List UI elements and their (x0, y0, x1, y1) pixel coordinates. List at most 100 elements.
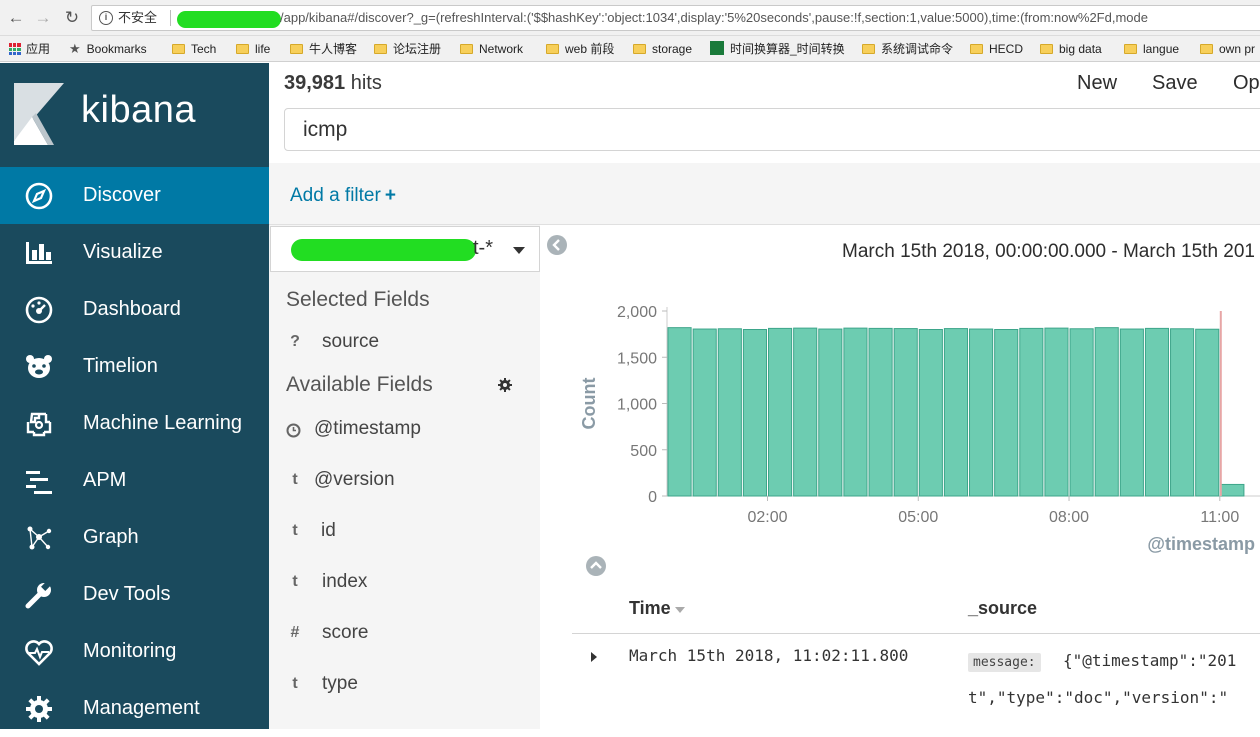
histogram-bar (918, 329, 943, 497)
index-pattern-suffix: t-* (473, 237, 493, 259)
wrench-icon (25, 581, 51, 609)
histogram-bar (868, 327, 893, 497)
bar-chart-icon (26, 242, 52, 264)
nav-dev-tools[interactable]: Dev Tools (0, 566, 269, 623)
bookmark-storage[interactable]: storage (633, 41, 692, 57)
bookmark-blog[interactable]: 牛人博客 (290, 41, 357, 57)
bookmark-apps[interactable]: 应用 (9, 41, 50, 57)
histogram-bar (793, 327, 818, 497)
nav-apm[interactable]: APM (0, 452, 269, 509)
security-label: 不安全 (118, 10, 158, 25)
bookmark-tech[interactable]: Tech (172, 41, 216, 57)
bookmark-bookmarks[interactable]: ★ Bookmarks (69, 41, 147, 57)
nav-label: Dashboard (83, 298, 181, 320)
histogram-bar (1044, 327, 1069, 497)
field-item-score[interactable]: # score (269, 620, 540, 650)
address-bar[interactable]: i 不安全 /app/kibana#/discover?_g=(refreshI… (91, 5, 1260, 31)
field-name: id (321, 520, 336, 541)
compass-icon (25, 182, 53, 210)
hits-count: 39,981 hits (284, 72, 382, 94)
time-range-label: March 15th 2018, 00:00:00.000 - March 15… (842, 241, 1255, 262)
bookmarks-bar: 应用 ★ Bookmarks Tech life 牛人博客 论坛注册 Networ… (0, 36, 1260, 62)
source-field-value: {"@timestamp":"201 (1063, 651, 1237, 670)
field-item-index[interactable]: t index (269, 569, 540, 599)
field-name: index (322, 571, 368, 592)
nav-management[interactable]: Management (0, 680, 269, 737)
dashboard-icon (25, 296, 53, 324)
field-item-timestamp[interactable]: @timestamp (269, 416, 540, 446)
field-item-type[interactable]: t type (269, 671, 540, 701)
x-tick-label: 08:00 (1049, 509, 1089, 526)
bookmark-network[interactable]: Network (460, 41, 523, 57)
y-tick-label: 1,500 (617, 350, 657, 367)
histogram-bar (1069, 328, 1094, 497)
nav-machine-learning[interactable]: Machine Learning (0, 395, 269, 452)
clock-icon (286, 423, 301, 438)
folder-icon (1040, 44, 1053, 54)
bookmark-forum[interactable]: 论坛注册 (374, 41, 441, 57)
arrow-left-icon[interactable]: ← (6, 8, 26, 28)
kibana-logo-icon (14, 83, 64, 145)
chevron-up-icon[interactable] (585, 555, 607, 577)
arrow-right-icon[interactable]: → (33, 8, 53, 28)
field-item-version[interactable]: t @version (269, 467, 540, 497)
field-type-string-icon: t (292, 573, 298, 590)
open-button[interactable]: Op (1233, 72, 1260, 95)
reload-icon[interactable]: ↻ (62, 8, 82, 28)
info-icon[interactable]: i (99, 11, 113, 25)
filter-bar: Add a filter + (269, 163, 1260, 225)
field-item-id[interactable]: t id (269, 518, 540, 548)
field-type-number-icon: # (290, 624, 300, 641)
add-filter-button[interactable]: Add a filter + (290, 185, 396, 207)
nav-label: Graph (83, 526, 139, 548)
bookmark-debug[interactable]: 系统调试命令 (862, 41, 953, 57)
nav-monitoring[interactable]: Monitoring (0, 623, 269, 680)
field-item-source[interactable]: ? source (269, 329, 540, 359)
bookmark-own[interactable]: own pr (1200, 41, 1255, 57)
bookmark-hecd[interactable]: HECD (970, 41, 1023, 57)
bookmark-life[interactable]: life (236, 41, 270, 57)
plus-icon: + (384, 185, 396, 206)
histogram-chart[interactable]: 0 500 1,000 1,500 2,000 02:00 05:00 08:00 11:00 C… (579, 293, 1260, 558)
nav-timelion[interactable]: Timelion (0, 338, 269, 395)
histogram-bar (768, 327, 793, 497)
sort-down-icon[interactable] (674, 607, 685, 613)
field-name: @timestamp (314, 418, 421, 439)
field-name: @version (314, 469, 395, 490)
histogram-bar (994, 329, 1019, 497)
nav-label: Visualize (83, 241, 163, 263)
collapse-sidebar-icon[interactable] (546, 234, 568, 256)
search-input[interactable]: icmp (284, 108, 1260, 151)
time-column-header[interactable]: Time (629, 598, 685, 619)
folder-icon (1124, 44, 1137, 54)
nav-discover[interactable]: Discover (0, 167, 269, 224)
selected-fields-title: Selected Fields (286, 288, 430, 311)
histogram-bar (1019, 327, 1044, 497)
nav-graph[interactable]: Graph (0, 509, 269, 566)
histogram-bar (843, 327, 868, 497)
source-field-key: message: (968, 653, 1041, 672)
index-pattern-select[interactable]: t-* (270, 226, 540, 272)
bookmark-time-converter[interactable]: 时间换算器_时间转换 (710, 41, 845, 57)
expand-row-icon[interactable] (591, 652, 597, 662)
histogram-bar (1119, 328, 1144, 497)
bookmark-langue[interactable]: langue (1124, 41, 1179, 57)
app-icon (710, 41, 724, 55)
histogram-bar (969, 328, 994, 497)
nav-label: APM (83, 469, 127, 491)
x-tick-label: 11:00 (1200, 509, 1239, 526)
brand-name: kibana (81, 89, 196, 131)
nav-visualize[interactable]: Visualize (0, 224, 269, 281)
save-button[interactable]: Save (1152, 72, 1198, 95)
bookmark-web[interactable]: web 前段 (546, 41, 614, 57)
brand[interactable]: kibana (0, 63, 269, 167)
bookmark-bigdata[interactable]: big data (1040, 41, 1102, 57)
field-type-string-icon: t (292, 675, 298, 692)
y-tick-label: 1,000 (617, 397, 657, 414)
histogram-bar (1195, 328, 1220, 497)
new-button[interactable]: New (1077, 72, 1117, 95)
graph-icon (27, 526, 52, 550)
nav-dashboard[interactable]: Dashboard (0, 281, 269, 338)
field-type-unknown-icon: ? (290, 333, 300, 350)
gear-icon[interactable] (497, 377, 513, 393)
